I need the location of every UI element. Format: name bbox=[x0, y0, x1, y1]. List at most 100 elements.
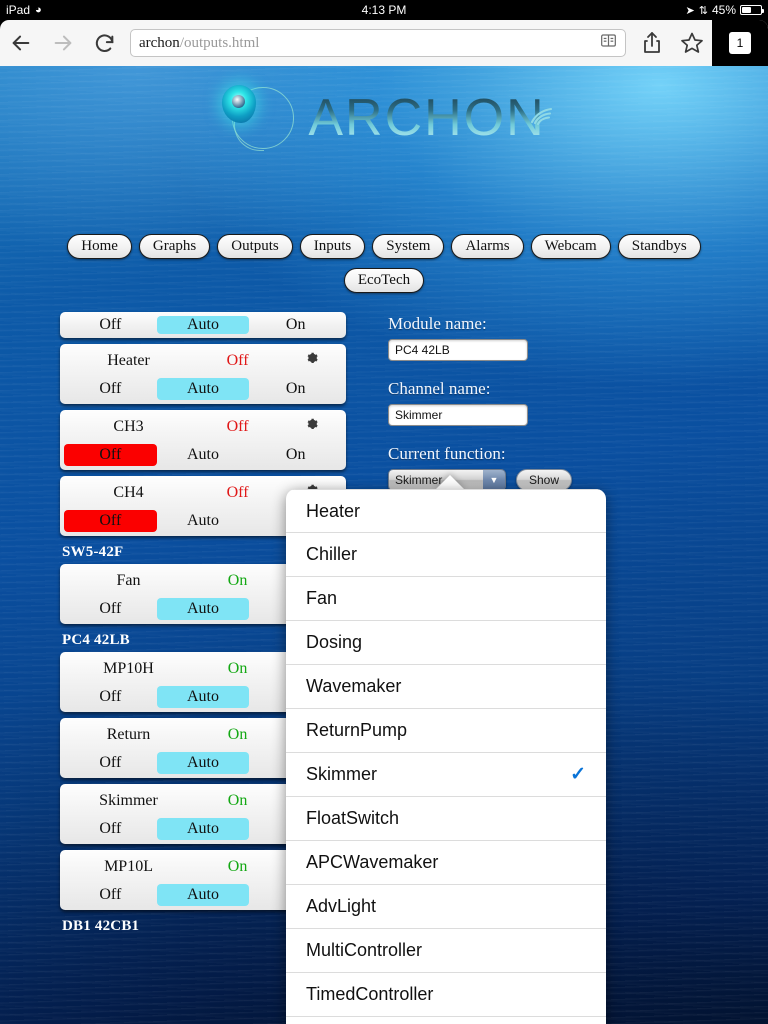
function-option-item[interactable]: Skimmer ✓ bbox=[286, 753, 606, 797]
channel-name-input[interactable] bbox=[388, 404, 528, 426]
nav-item-inputs[interactable]: Inputs bbox=[299, 234, 366, 259]
module-name-label: Module name: bbox=[388, 314, 487, 333]
mode-on-button[interactable]: On bbox=[249, 316, 342, 334]
function-option-item[interactable]: MultiController bbox=[286, 929, 606, 973]
mode-auto-button[interactable]: Auto bbox=[156, 686, 250, 708]
function-option-label: Skimmer bbox=[306, 764, 377, 784]
output-name: Skimmer bbox=[99, 792, 158, 809]
mode-on-button[interactable]: On bbox=[249, 444, 342, 466]
archon-wordmark: ARCHON bbox=[308, 89, 546, 147]
mode-off-button[interactable]: Off bbox=[64, 884, 157, 906]
function-option-label: Dosing bbox=[306, 632, 363, 652]
archon-logo: ARCHON bbox=[0, 78, 768, 158]
function-controls: Skimmer ▼ Show bbox=[388, 469, 638, 491]
mode-auto-button[interactable]: Auto bbox=[156, 752, 250, 774]
output-state: On bbox=[227, 792, 248, 809]
address-bar[interactable]: archon/outputs.html bbox=[130, 29, 626, 57]
bluetooth-icon: ⇅ bbox=[698, 4, 708, 17]
url-host: archon bbox=[139, 34, 180, 51]
nav-item-webcam[interactable]: Webcam bbox=[530, 234, 611, 259]
nav-item-outputs[interactable]: Outputs bbox=[217, 234, 293, 259]
function-option-item[interactable]: Fan bbox=[286, 577, 606, 621]
gear-icon[interactable] bbox=[305, 351, 320, 371]
function-option-item[interactable]: Heater bbox=[286, 489, 606, 533]
mode-auto-button[interactable]: Auto bbox=[156, 378, 250, 400]
location-arrow-icon: ➤ bbox=[685, 4, 695, 17]
battery-percent-label: 45% bbox=[711, 3, 736, 17]
nav-item-graphs[interactable]: Graphs bbox=[138, 234, 211, 259]
archon-circle-logo-icon bbox=[218, 81, 304, 155]
nav-item-alarms[interactable]: Alarms bbox=[451, 234, 524, 259]
mode-off-button[interactable]: Off bbox=[64, 378, 157, 400]
output-name: Fan bbox=[116, 572, 141, 589]
current-function-label: Current function: bbox=[388, 444, 506, 463]
checkmark-icon: ✓ bbox=[570, 764, 586, 785]
function-option-label: FloatSwitch bbox=[306, 808, 400, 828]
mode-off-button[interactable]: Off bbox=[64, 510, 157, 532]
star-bookmark-icon[interactable] bbox=[672, 20, 712, 66]
forward-arrow-icon[interactable] bbox=[42, 20, 84, 66]
function-option-item[interactable]: MLC bbox=[286, 1017, 606, 1024]
mode-auto-button[interactable]: Auto bbox=[157, 444, 250, 466]
output-name: Heater bbox=[107, 352, 150, 369]
mode-auto-button[interactable]: Auto bbox=[157, 510, 250, 532]
reader-view-icon[interactable] bbox=[600, 33, 617, 53]
function-option-label: MultiController bbox=[306, 940, 423, 960]
function-option-item[interactable]: TimedController bbox=[286, 973, 606, 1017]
nav-item-standbys[interactable]: Standbys bbox=[617, 234, 701, 259]
mode-off-button[interactable]: Off bbox=[64, 818, 157, 840]
function-option-item[interactable]: FloatSwitch bbox=[286, 797, 606, 841]
function-option-item[interactable]: Chiller bbox=[286, 533, 606, 577]
module-name-input[interactable] bbox=[388, 339, 528, 361]
mode-auto-button[interactable]: Auto bbox=[156, 818, 250, 840]
nav-item-home[interactable]: Home bbox=[67, 234, 132, 259]
output-state: Off bbox=[226, 352, 249, 369]
function-option-item[interactable]: Wavemaker bbox=[286, 665, 606, 709]
output-gear-cell[interactable] bbox=[288, 417, 336, 437]
reload-icon[interactable] bbox=[84, 20, 126, 66]
function-option-item[interactable]: ReturnPump bbox=[286, 709, 606, 753]
nav-item-system[interactable]: System bbox=[372, 234, 445, 259]
output-name: CH3 bbox=[113, 418, 144, 435]
safari-toolbar: archon/outputs.html 1 bbox=[0, 20, 768, 66]
mode-off-button[interactable]: Off bbox=[64, 752, 157, 774]
mode-auto-button[interactable]: Auto bbox=[156, 316, 250, 334]
function-option-label: Chiller bbox=[306, 544, 358, 564]
output-state: Off bbox=[226, 484, 249, 501]
tab-count-button[interactable]: 1 bbox=[712, 20, 768, 66]
output-name: MP10H bbox=[103, 660, 154, 677]
output-gear-cell[interactable] bbox=[288, 351, 336, 371]
output-mode-segments: OffAutoOn bbox=[60, 378, 346, 404]
url-path: /outputs.html bbox=[179, 34, 260, 51]
output-state: Off bbox=[226, 418, 249, 435]
mode-off-button[interactable]: Off bbox=[64, 444, 157, 466]
output-mode-segments: OffAutoOn bbox=[60, 312, 346, 338]
function-option-label: Fan bbox=[306, 588, 338, 608]
show-button[interactable]: Show bbox=[516, 469, 573, 491]
function-option-label: TimedController bbox=[306, 984, 434, 1004]
mode-off-button[interactable]: Off bbox=[64, 598, 157, 620]
output-state: On bbox=[227, 660, 248, 677]
function-options-popover: Heater Chiller Fan Dosing Wavemaker ReturnPum… bbox=[286, 489, 606, 1024]
web-page-body: ARCHON Home Graphs Outputs Inputs System… bbox=[0, 66, 768, 1024]
output-state: On bbox=[227, 726, 248, 743]
share-icon[interactable] bbox=[632, 20, 672, 66]
mode-auto-button[interactable]: Auto bbox=[156, 884, 250, 906]
function-option-label: Heater bbox=[306, 500, 361, 521]
function-option-label: APCWavemaker bbox=[306, 852, 439, 872]
mode-off-button[interactable]: Off bbox=[64, 686, 157, 708]
mode-off-button[interactable]: Off bbox=[64, 316, 157, 334]
function-option-label: Wavemaker bbox=[306, 676, 402, 696]
output-state: On bbox=[227, 858, 248, 875]
function-option-item[interactable]: APCWavemaker bbox=[286, 841, 606, 885]
output-name: MP10L bbox=[104, 858, 153, 875]
nav-item-ecotech[interactable]: EcoTech bbox=[343, 268, 425, 293]
function-option-item[interactable]: AdvLight bbox=[286, 885, 606, 929]
mode-auto-button[interactable]: Auto bbox=[156, 598, 250, 620]
output-name: Return bbox=[106, 726, 151, 743]
mode-on-button[interactable]: On bbox=[249, 378, 342, 400]
back-arrow-icon[interactable] bbox=[0, 20, 42, 66]
gear-icon[interactable] bbox=[305, 417, 320, 437]
channel-settings-form: Module name: Channel name: Current funct… bbox=[388, 314, 638, 491]
function-option-item[interactable]: Dosing bbox=[286, 621, 606, 665]
